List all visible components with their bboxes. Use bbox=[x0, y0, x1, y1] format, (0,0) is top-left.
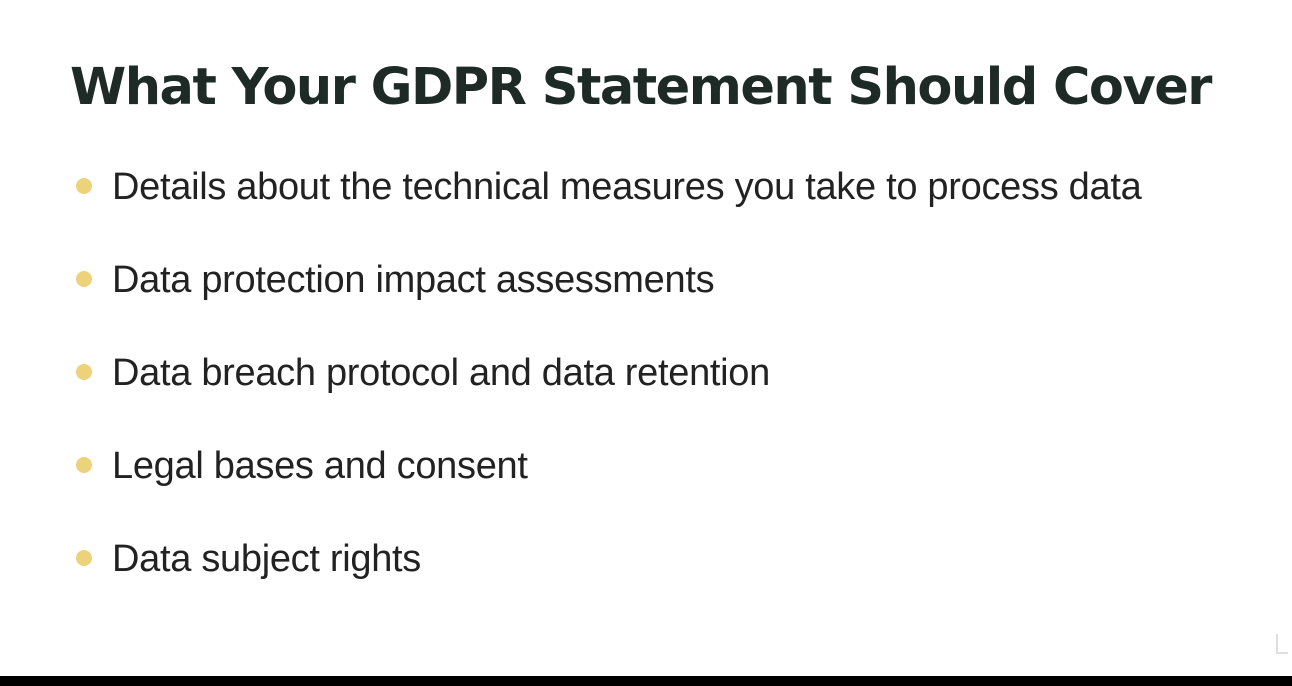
slide: What Your GDPR Statement Should Cover De… bbox=[0, 0, 1292, 676]
bullet-dot-icon bbox=[76, 271, 92, 287]
bullet-text: Data protection impact assessments bbox=[112, 259, 715, 301]
bullet-text: Details about the technical measures you… bbox=[112, 166, 1142, 208]
bullet-dot-icon bbox=[76, 550, 92, 566]
slide-title: What Your GDPR Statement Should Cover bbox=[70, 58, 1212, 117]
bullet-text: Legal bases and consent bbox=[112, 445, 528, 487]
bullet-dot-icon bbox=[76, 457, 92, 473]
letterbox-bar bbox=[0, 676, 1292, 686]
logo-watermark-icon bbox=[1276, 634, 1288, 654]
bullet-dot-icon bbox=[76, 364, 92, 380]
bullet-dot-icon bbox=[76, 178, 92, 194]
bullet-text: Data breach protocol and data retention bbox=[112, 352, 770, 394]
bullet-text: Data subject rights bbox=[112, 538, 422, 580]
